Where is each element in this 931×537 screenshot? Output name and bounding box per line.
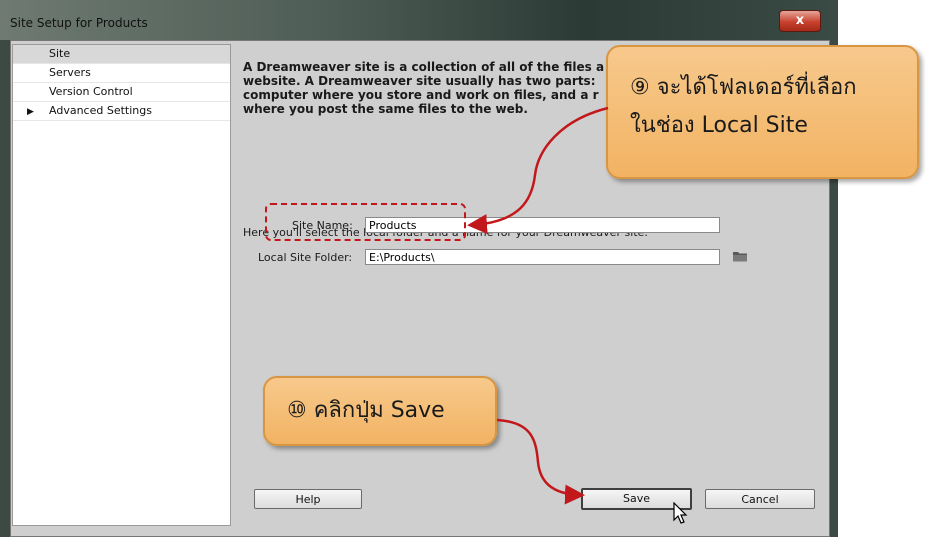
mouse-pointer-icon xyxy=(673,502,688,524)
annotation-arrows xyxy=(467,106,609,505)
arrow-to-site-name xyxy=(467,106,609,235)
arrow-to-save-button xyxy=(496,418,585,505)
